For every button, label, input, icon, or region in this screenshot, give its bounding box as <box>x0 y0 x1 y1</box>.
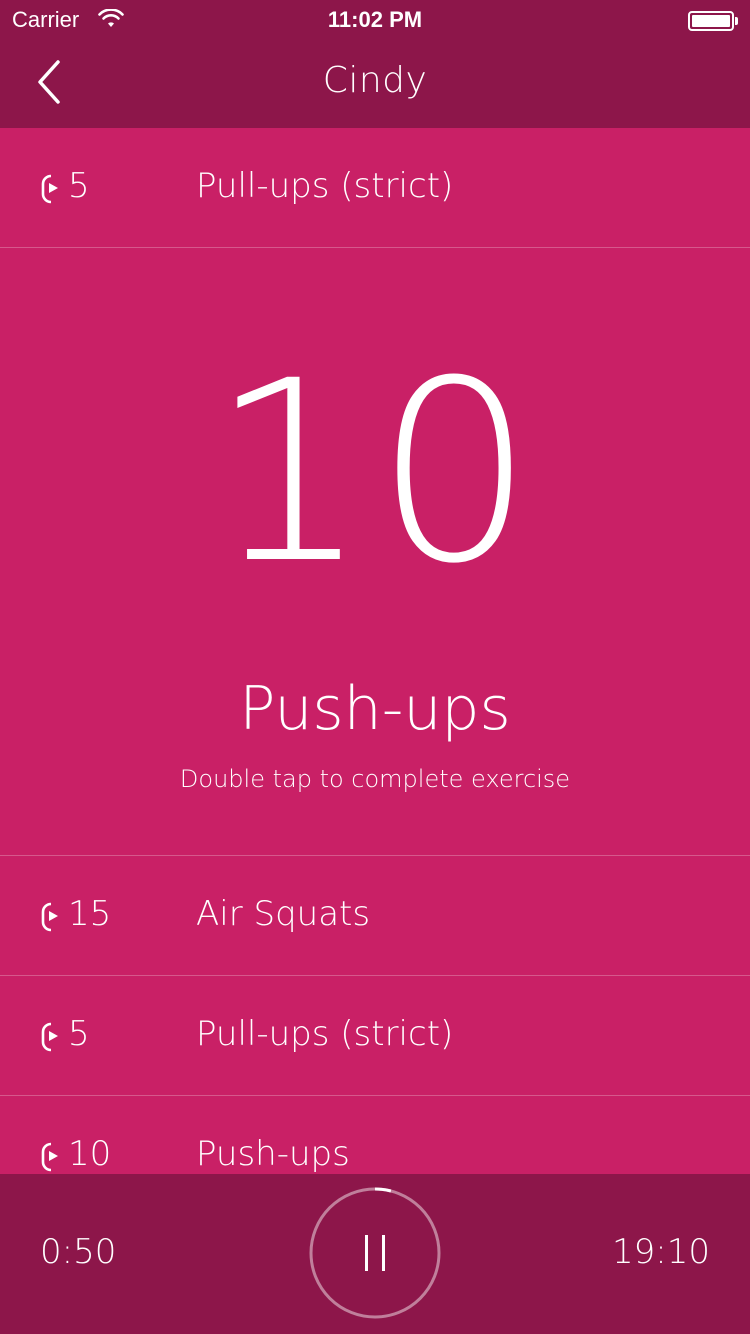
timer-bar: 0:50 19:10 <box>0 1174 750 1334</box>
repeat-icon <box>41 902 58 932</box>
list-item[interactable]: 15 Air Squats <box>0 856 750 976</box>
current-exercise-name: Push-ups <box>239 674 511 744</box>
reps-count: 10 <box>68 1134 112 1174</box>
current-exercise[interactable]: 10 Push-ups Double tap to complete exerc… <box>0 248 750 856</box>
pause-button[interactable] <box>308 1186 442 1320</box>
nav-bar: Cindy <box>0 40 750 128</box>
current-rep-count: 10 <box>209 327 541 618</box>
reps-count: 15 <box>68 894 112 934</box>
status-bar: Carrier 11:02 PM <box>0 0 750 40</box>
exercise-name: Air Squats <box>196 894 371 934</box>
reps-count: 5 <box>68 166 90 206</box>
repeat-icon <box>41 1022 58 1052</box>
battery-icon <box>688 11 738 31</box>
page-title: Cindy <box>322 60 428 101</box>
list-item[interactable]: 5 Pull-ups (strict) <box>0 976 750 1096</box>
header: Carrier 11:02 PM Cindy <box>0 0 750 128</box>
previous-exercise-row[interactable]: 5 Pull-ups (strict) <box>0 128 750 248</box>
exercise-name: Push-ups <box>196 1134 350 1174</box>
progress-ring <box>309 1187 441 1319</box>
elapsed-time: 0:50 <box>40 1232 117 1272</box>
exercise-name: Pull-ups (strict) <box>196 166 454 206</box>
double-tap-hint: Double tap to complete exercise <box>179 765 571 793</box>
exercise-name: Pull-ups (strict) <box>196 1014 454 1054</box>
status-time: 11:02 PM <box>327 7 423 32</box>
repeat-icon <box>41 174 58 204</box>
pause-icon <box>365 1235 385 1271</box>
repeat-icon <box>41 1142 58 1172</box>
reps-count: 5 <box>68 1014 90 1054</box>
total-time: 19:10 <box>612 1232 710 1272</box>
